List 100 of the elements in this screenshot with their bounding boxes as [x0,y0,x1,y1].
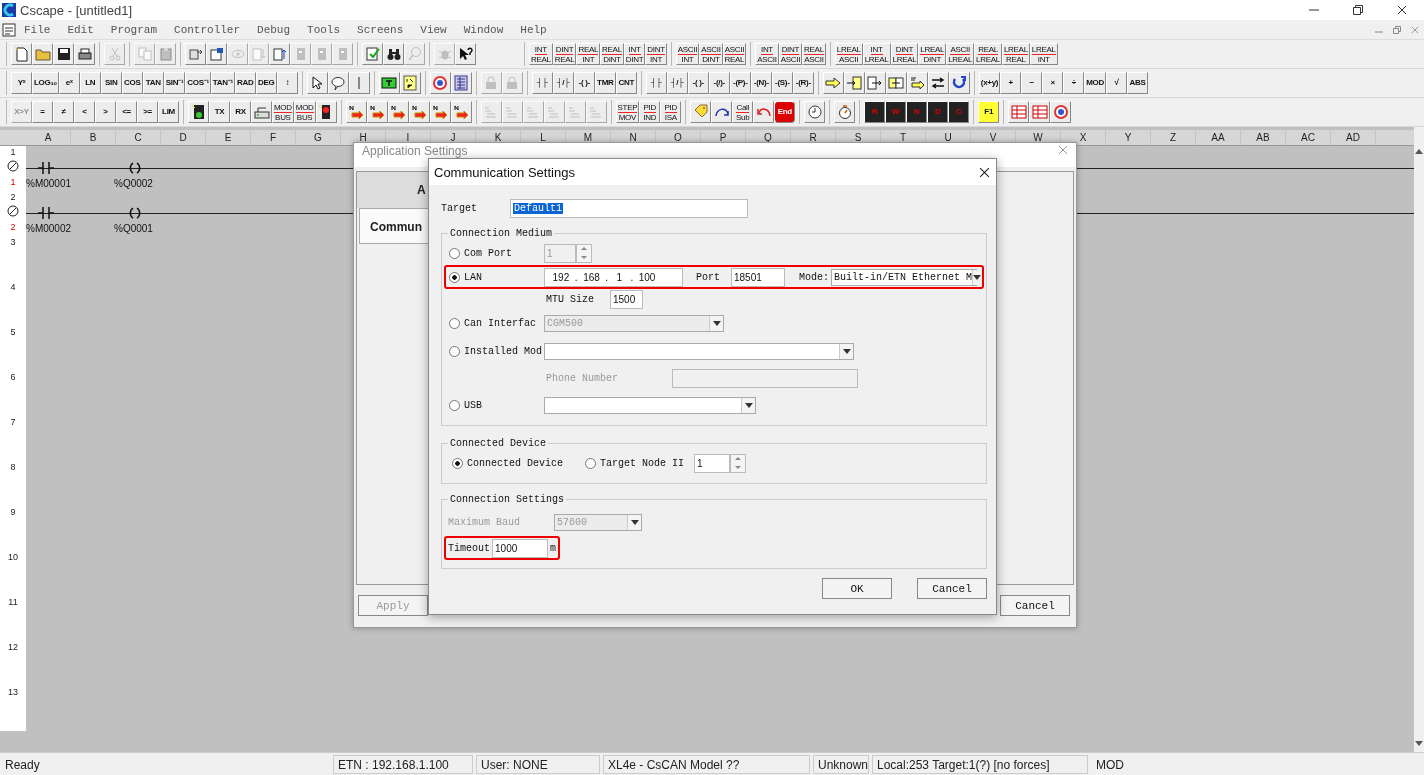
toolbar-button[interactable]: > [95,101,116,123]
toolbar-button[interactable] [906,72,928,94]
toolbar-button[interactable]: -(N)- [750,72,772,94]
scroll-up-icon[interactable] [1415,149,1423,154]
port-field[interactable]: 18501 [731,267,785,287]
spin-buttons[interactable] [576,243,592,263]
toolbar-button[interactable]: PID IND [639,101,661,123]
toolbar-button[interactable]: ┤├ [645,72,667,94]
toolbar-button[interactable]: TAN [142,72,164,94]
toolbar-button[interactable] [327,72,349,94]
ok-button[interactable]: OK [822,578,892,599]
toolbar-button[interactable]: CNT [615,72,637,94]
toolbar-button[interactable]: ┤├ [531,72,553,94]
toolbar-button[interactable]: SIN [100,72,122,94]
toolbar-button[interactable]: √ [1105,72,1127,94]
menu-item[interactable]: Screens [349,23,413,36]
toolbar-button[interactable]: Yˣ [11,72,32,94]
toolbar-button[interactable]: -( )- [687,72,709,94]
toolbar-button[interactable]: eˣ [58,72,80,94]
toolbar-button[interactable]: -(P)- [729,72,751,94]
scroll-down-icon[interactable] [1415,741,1423,746]
toolbar-button[interactable]: INT REAL [529,43,553,65]
toolbar-button[interactable]: LREAL DINT [918,43,947,65]
toolbar-button[interactable]: DEG [255,72,277,94]
toolbar-button[interactable]: ↕ [276,72,298,94]
toolbar-button[interactable]: DINT REAL [552,43,577,65]
toolbar-button[interactable]: REAL ASCII [802,43,826,65]
toolbar-button[interactable]: TMR [594,72,616,94]
menu-item[interactable]: Program [102,23,167,36]
radio-button[interactable] [449,399,460,411]
toolbar-button[interactable]: MOD [1084,72,1106,94]
toolbar-button[interactable]: COS [121,72,143,94]
toolbar-button[interactable]: RX [230,101,251,123]
toolbar-button[interactable]: LIM [158,101,179,123]
toolbar-button[interactable] [450,72,472,94]
toolbar-button[interactable]: INT ASCII [755,43,779,65]
menu-item[interactable]: Tools [299,23,350,36]
cancel-button[interactable]: Cancel [1000,595,1070,616]
toolbar-button[interactable]: DINT LREAL [890,43,919,65]
cancel-button[interactable]: Cancel [917,578,987,599]
menu-item[interactable]: Debug [249,23,300,36]
toolbar-button[interactable]: LREAL REAL [1001,43,1030,65]
toolbar-button[interactable]: <= [116,101,137,123]
radio-button[interactable] [449,345,460,357]
toolbar-button[interactable]: MOD BUS [293,101,316,123]
toolbar-button[interactable]: ASCII INT [675,43,700,65]
toolbar-button[interactable] [383,43,404,65]
toolbar-button[interactable]: LN [79,72,101,94]
toolbar-button[interactable] [206,43,227,65]
toolbar-button[interactable]: INT LREAL [862,43,891,65]
toolbar-button[interactable]: ÷ [1063,72,1085,94]
toolbar-button[interactable]: COS⁻¹ [185,72,211,94]
menu-item[interactable]: Edit [59,23,103,36]
toolbar-button[interactable]: = [32,101,53,123]
toolbar-button[interactable]: REAL LREAL [974,43,1002,65]
toolbar-button[interactable] [711,101,733,123]
toolbar-button[interactable]: TAN⁻¹ [210,72,235,94]
toolbar-button[interactable] [378,72,400,94]
toolbar-button[interactable] [429,72,451,94]
toolbar-button[interactable]: End [774,101,796,123]
toolbar-button[interactable]: < [74,101,95,123]
toolbar-button[interactable] [822,72,844,94]
toolbar-button[interactable] [74,43,95,65]
modem-dropdown[interactable] [544,342,854,360]
menu-item[interactable]: Help [512,23,556,36]
toolbar-button[interactable] [315,101,337,123]
toolbar-button[interactable] [306,72,328,94]
node-field[interactable]: 1 [694,453,730,473]
usb-dropdown[interactable] [544,396,756,414]
ip-address-field[interactable]: 192 . 168 . 1 . 100 [544,267,683,287]
toolbar-button[interactable] [53,43,74,65]
toolbar-button[interactable]: DINT ASCII [778,43,803,65]
settings-tab[interactable]: Commun [359,208,429,244]
target-field[interactable]: Default1 [510,199,748,218]
toolbar-button[interactable]: + [1000,72,1022,94]
toolbar-button[interactable]: F1 [978,101,1000,123]
settings-tab[interactable]: A [357,172,428,208]
radio-button[interactable] [449,271,460,283]
toolbar-button[interactable]: LREAL ASCII [834,43,863,65]
toolbar-button[interactable]: DINT INT [645,43,667,65]
phone-number-field[interactable] [672,368,858,388]
mtu-field[interactable]: 1500 [610,289,643,309]
toolbar-button[interactable]: ASCII REAL [722,43,747,65]
timeout-field[interactable]: 1000 [492,538,548,558]
menu-item[interactable]: View [412,23,456,36]
radio-button[interactable] [449,317,460,329]
toolbar-button[interactable]: − [1021,72,1043,94]
toolbar-button[interactable]: REAL INT [576,43,601,65]
toolbar-button[interactable]: Call Sub [732,101,754,123]
toolbar-button[interactable]: ASCII LREAL [946,43,975,65]
menu-item[interactable]: Window [455,23,513,36]
radio-button[interactable] [585,457,596,469]
toolbar-button[interactable] [188,101,209,123]
toolbar-button[interactable] [804,101,826,123]
vertical-scrollbar[interactable] [1414,127,1424,752]
toolbar-button[interactable]: -( )- [573,72,595,94]
menu-item[interactable]: File [16,23,60,36]
radio-button[interactable] [452,457,463,469]
toolbar-button[interactable]: TX [209,101,230,123]
toolbar-button[interactable]: -(/)- [708,72,730,94]
